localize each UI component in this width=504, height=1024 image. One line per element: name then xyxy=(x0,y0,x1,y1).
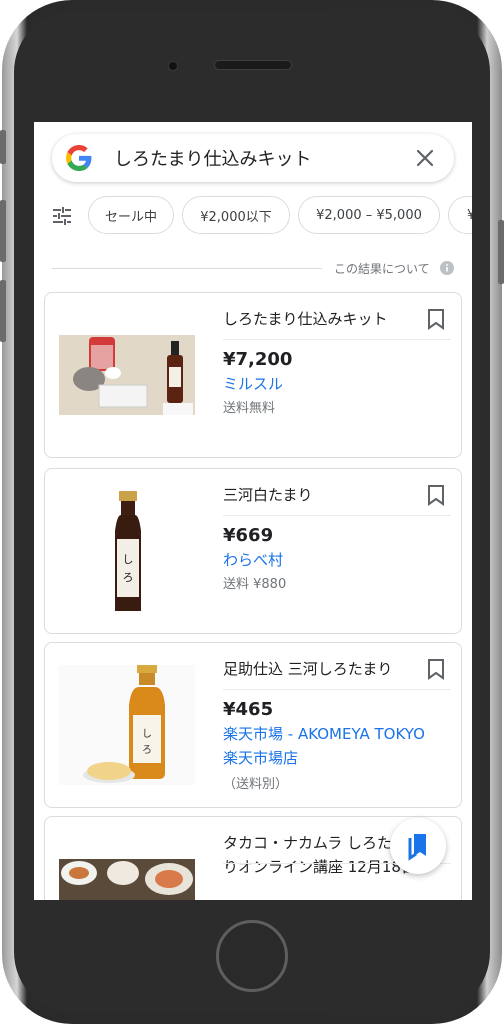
bookmark-icon[interactable] xyxy=(425,307,447,331)
product-shipping: 送料無料 xyxy=(223,401,276,416)
close-icon[interactable] xyxy=(413,146,437,170)
chip-2000-5000[interactable]: ¥2,000 – ¥5,000 xyxy=(298,196,440,234)
card-divider xyxy=(223,689,451,690)
bookmark-icon[interactable] xyxy=(425,657,447,681)
product-seller-store[interactable]: 楽天市場店 xyxy=(223,747,298,768)
card-divider xyxy=(223,339,451,340)
front-camera xyxy=(168,61,178,71)
product-image: し ろ xyxy=(59,665,195,785)
about-results-link[interactable]: この結果について xyxy=(334,260,430,277)
svg-text:し: し xyxy=(123,553,134,566)
product-seller[interactable]: ミルスル xyxy=(223,373,283,394)
chip-under-2000[interactable]: ¥2,000以下 xyxy=(182,196,290,234)
product-image: し ろ xyxy=(115,491,141,611)
chip-on-sale[interactable]: セール中 xyxy=(88,196,174,234)
search-bar[interactable]: しろたまり仕込みキット xyxy=(52,134,454,182)
product-card[interactable]: し ろ 三河白たまり ¥669 わらべ村 送料 ¥880 xyxy=(44,468,462,634)
product-price: ¥669 xyxy=(223,525,274,546)
product-seller[interactable]: 楽天市場 - AKOMEYA TOKYO xyxy=(223,723,425,744)
product-price: ¥7,200 xyxy=(223,349,293,370)
divider xyxy=(52,268,322,269)
svg-text:ろ: ろ xyxy=(123,571,134,584)
chip-more[interactable]: ¥ xyxy=(448,196,472,234)
product-seller[interactable]: わらべ村 xyxy=(223,549,283,570)
product-title[interactable]: 足助仕込 三河しろたまり xyxy=(223,657,419,705)
svg-text:し: し xyxy=(142,728,152,740)
product-image xyxy=(59,859,195,900)
bookmarks-icon xyxy=(408,834,426,861)
screen: しろたまり仕込みキット セール中 ¥2,000以下 ¥2,000 – ¥5,00… xyxy=(34,122,472,900)
product-shipping: （送料別） xyxy=(223,777,289,792)
bookmark-icon[interactable] xyxy=(425,483,447,507)
volume-up-button xyxy=(0,200,6,262)
saved-items-button[interactable] xyxy=(390,818,446,874)
product-card[interactable]: しろたまり仕込みキット ¥7,200 ミルスル 送料無料 xyxy=(44,292,462,458)
product-title[interactable]: しろたまり仕込みキット xyxy=(223,307,419,355)
card-divider xyxy=(223,515,451,516)
product-card[interactable]: し ろ 足助仕込 三河しろたまり ¥465 楽天市場 - AKOMEYA TOK… xyxy=(44,642,462,808)
power-button xyxy=(498,220,504,284)
product-image xyxy=(59,335,195,415)
earpiece-speaker xyxy=(214,60,292,70)
volume-down-button xyxy=(0,280,6,342)
product-shipping: 送料 ¥880 xyxy=(223,577,287,592)
product-title[interactable]: 三河白たまり xyxy=(223,483,419,531)
product-price: ¥465 xyxy=(223,699,274,720)
tune-filter-icon[interactable] xyxy=(50,204,74,228)
svg-text:ろ: ろ xyxy=(142,745,152,756)
home-button[interactable] xyxy=(216,920,288,992)
mute-switch xyxy=(0,130,6,164)
info-icon[interactable] xyxy=(440,261,454,275)
google-logo-icon xyxy=(66,145,92,171)
filter-row: セール中 ¥2,000以下 ¥2,000 – ¥5,000 ¥ xyxy=(34,194,472,238)
search-input[interactable]: しろたまり仕込みキット xyxy=(114,145,311,171)
